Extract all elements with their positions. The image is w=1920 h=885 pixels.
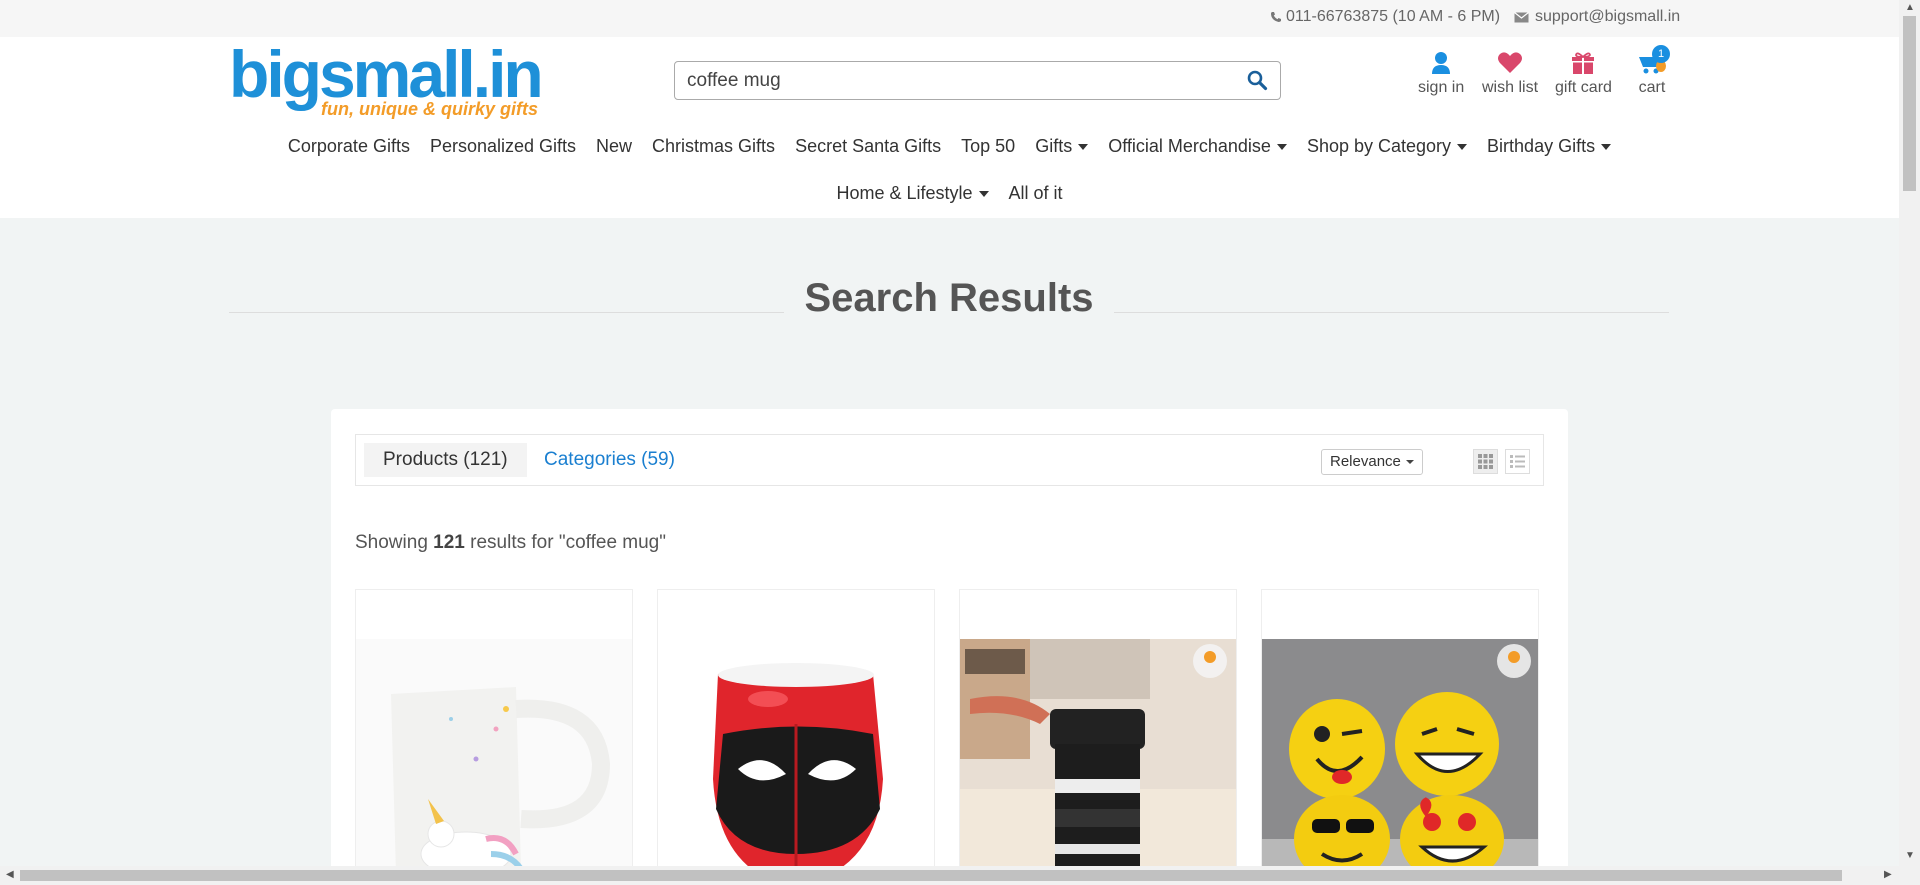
nav-label: New xyxy=(596,136,633,156)
nav-item-top-50[interactable]: Top 50 xyxy=(961,136,1015,157)
nav-item-christmas-gifts[interactable]: Christmas Gifts xyxy=(652,136,775,157)
page-title-text: Search Results xyxy=(784,276,1114,320)
nav-label: Shop by Category xyxy=(1306,136,1452,156)
cart-label: cart xyxy=(1638,79,1666,96)
grid-view-button[interactable] xyxy=(1473,449,1498,474)
horizontal-scroll-thumb[interactable] xyxy=(20,870,1842,881)
nav-label: Personalized Gifts xyxy=(429,136,577,156)
search-box xyxy=(674,61,1281,100)
tab-categories[interactable]: Categories (59) xyxy=(525,443,694,477)
caret-down-icon xyxy=(978,190,989,197)
horizontal-scrollbar[interactable]: ◀ ▶ xyxy=(0,866,1920,885)
nav-label: Top 50 xyxy=(961,136,1016,156)
nav-label: Christmas Gifts xyxy=(652,136,776,156)
nav-label: Home & Lifestyle xyxy=(836,183,973,203)
caret-down-icon xyxy=(1276,143,1287,150)
deadpool-mug-image xyxy=(658,639,934,885)
vertical-scroll-thumb[interactable] xyxy=(1903,16,1916,191)
product-card-emoji-mugs[interactable] xyxy=(1261,589,1539,885)
search-input[interactable] xyxy=(687,68,1227,94)
emoji-mugs-image xyxy=(1262,639,1538,885)
product-card-unicorn-mug[interactable] xyxy=(355,589,633,885)
nav-label: Corporate Gifts xyxy=(287,136,410,156)
sort-dropdown[interactable]: Relevance xyxy=(1321,449,1423,475)
results-tabs: Products (121) Categories (59) Relevance xyxy=(355,434,1544,486)
scroll-right-arrow-icon[interactable]: ▶ xyxy=(1884,869,1892,880)
caret-down-icon xyxy=(1078,143,1089,150)
nav-label: All of it xyxy=(1008,183,1063,203)
nav-label: Official Merchandise xyxy=(1108,136,1271,156)
nav-item-shop-by-category[interactable]: Shop by Category xyxy=(1306,136,1468,157)
phone-icon xyxy=(1271,12,1281,22)
caret-down-icon xyxy=(1405,460,1414,464)
results-prefix: Showing xyxy=(355,532,428,553)
main-nav-row-1: Corporate Gifts Personalized Gifts New C… xyxy=(0,136,1899,157)
caret-down-icon xyxy=(1601,143,1612,150)
unicorn-mug-image xyxy=(356,639,632,885)
site-header: bigsmall.in fun, unique & quirky gifts s… xyxy=(0,37,1899,218)
tab-products[interactable]: Products (121) xyxy=(364,443,527,477)
product-card-camera-lens-mug[interactable] xyxy=(959,589,1237,885)
page-title: Search Results xyxy=(229,276,1669,321)
user-icon xyxy=(1432,52,1451,74)
wish-list-link[interactable]: wish list xyxy=(1482,51,1538,97)
nav-item-gifts[interactable]: Gifts xyxy=(1035,136,1089,157)
envelope-icon xyxy=(1514,11,1529,22)
list-view-button[interactable] xyxy=(1505,449,1530,474)
list-icon xyxy=(1510,455,1525,468)
heart-icon xyxy=(1498,52,1522,73)
nav-item-birthday-gifts[interactable]: Birthday Gifts xyxy=(1487,136,1612,157)
camera-lens-mug-image xyxy=(960,639,1236,885)
nav-item-all-of-it[interactable]: All of it xyxy=(1009,183,1063,204)
results-summary: Showing 121 results for "coffee mug" xyxy=(355,532,666,554)
logo-wordmark: bigsmall.in xyxy=(229,37,544,111)
nav-item-personalized-gifts[interactable]: Personalized Gifts xyxy=(430,136,576,157)
phone-contact[interactable]: 011-66763875 (10 AM - 6 PM) xyxy=(1270,8,1500,26)
nav-label: Secret Santa Gifts xyxy=(795,136,942,156)
results-query: results for "coffee mug" xyxy=(470,532,666,553)
site-logo[interactable]: bigsmall.in fun, unique & quirky gifts xyxy=(229,37,544,123)
gift-card-label: gift card xyxy=(1555,79,1612,96)
top-contact-bar: 011-66763875 (10 AM - 6 PM) support@bigs… xyxy=(0,0,1899,37)
sign-in-link[interactable]: sign in xyxy=(1418,51,1464,97)
caret-down-icon xyxy=(1457,143,1468,150)
product-card-deadpool-mug[interactable] xyxy=(657,589,935,885)
scroll-down-arrow-icon[interactable]: ▼ xyxy=(1905,850,1915,861)
nav-item-secret-santa-gifts[interactable]: Secret Santa Gifts xyxy=(795,136,941,157)
nav-item-home-lifestyle[interactable]: Home & Lifestyle xyxy=(836,183,989,204)
cart-link[interactable]: cart 1 xyxy=(1636,45,1670,97)
gift-card-link[interactable]: gift card xyxy=(1555,51,1612,97)
email-address: support@bigsmall.in xyxy=(1535,8,1681,25)
cart-count-badge: 1 xyxy=(1652,45,1670,63)
nav-item-new[interactable]: New xyxy=(596,136,632,157)
scroll-up-arrow-icon[interactable]: ▲ xyxy=(1905,2,1915,13)
wish-list-label: wish list xyxy=(1482,79,1539,96)
sort-selected: Relevance xyxy=(1330,453,1401,470)
nav-item-corporate-gifts[interactable]: Corporate Gifts xyxy=(288,136,410,157)
search-results-heading: Search Results xyxy=(229,276,1669,328)
email-contact[interactable]: support@bigsmall.in xyxy=(1514,8,1680,26)
main-nav-row-2: Home & Lifestyle All of it xyxy=(0,183,1899,204)
search-button[interactable] xyxy=(1246,69,1270,93)
search-icon xyxy=(1247,70,1268,91)
gift-icon xyxy=(1572,52,1595,74)
nav-label: Gifts xyxy=(1035,136,1073,156)
phone-number: 011-66763875 (10 AM - 6 PM) xyxy=(1286,8,1501,25)
vertical-scrollbar[interactable]: ▲ ▼ xyxy=(1899,0,1920,866)
results-panel: Products (121) Categories (59) Relevance… xyxy=(331,409,1568,885)
scroll-left-arrow-icon[interactable]: ◀ xyxy=(6,869,14,880)
nav-label: Birthday Gifts xyxy=(1487,136,1596,156)
logo-tagline: fun, unique & quirky gifts xyxy=(321,99,538,119)
nav-item-official-merchandise[interactable]: Official Merchandise xyxy=(1108,136,1287,157)
results-count: 121 xyxy=(433,532,465,553)
grid-icon xyxy=(1478,454,1493,469)
sign-in-label: sign in xyxy=(1418,79,1465,96)
